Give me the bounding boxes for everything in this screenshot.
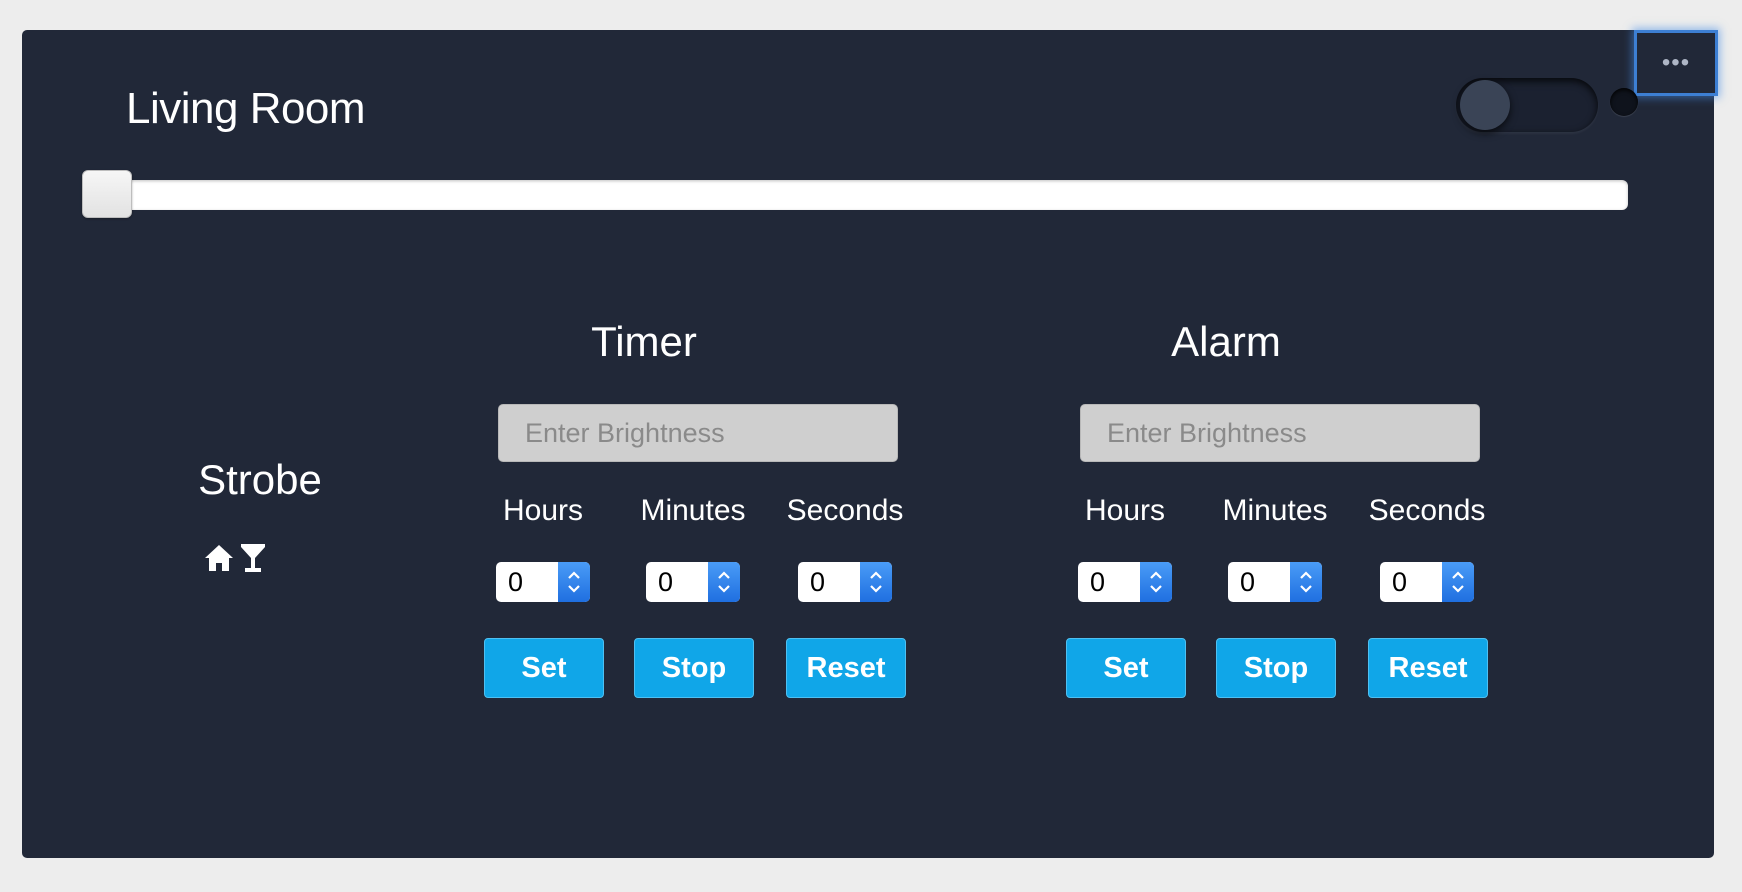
stepper-arrows-icon[interactable] bbox=[1140, 562, 1172, 602]
stepper-arrows-icon[interactable] bbox=[1290, 562, 1322, 602]
power-toggle[interactable] bbox=[1456, 78, 1598, 132]
timer-title: Timer bbox=[591, 318, 697, 365]
alarm-brightness-input[interactable] bbox=[1080, 404, 1480, 462]
timer-hours-label: Hours bbox=[502, 494, 584, 527]
timer-minutes-value[interactable]: 0 bbox=[646, 562, 708, 602]
alarm-minutes-label: Minutes bbox=[1222, 494, 1328, 527]
cocktail-icon[interactable] bbox=[238, 540, 268, 574]
timer-hours-value[interactable]: 0 bbox=[496, 562, 558, 602]
timer-brightness-input[interactable] bbox=[498, 404, 898, 462]
timer-set-button[interactable]: Set bbox=[484, 638, 604, 698]
toggle-knob[interactable] bbox=[1460, 80, 1510, 130]
stepper-arrows-icon[interactable] bbox=[860, 562, 892, 602]
timer-seconds-stepper[interactable]: 0 bbox=[798, 562, 892, 602]
alarm-set-button[interactable]: Set bbox=[1066, 638, 1186, 698]
timer-hours-stepper[interactable]: 0 bbox=[496, 562, 590, 602]
timer-minutes-stepper[interactable]: 0 bbox=[646, 562, 740, 602]
alarm-minutes-stepper[interactable]: 0 bbox=[1228, 562, 1322, 602]
timer-stop-button[interactable]: Stop bbox=[634, 638, 754, 698]
more-icon: ••• bbox=[1661, 49, 1691, 76]
alarm-minutes-value[interactable]: 0 bbox=[1228, 562, 1290, 602]
device-card: Living Room ••• Strobe Timer Hours Minut… bbox=[22, 30, 1718, 858]
alarm-hours-stepper[interactable]: 0 bbox=[1078, 562, 1172, 602]
strobe-icons bbox=[204, 540, 268, 574]
more-menu-button[interactable]: ••• bbox=[1634, 30, 1718, 96]
brightness-slider[interactable] bbox=[82, 180, 1628, 210]
alarm-seconds-value[interactable]: 0 bbox=[1380, 562, 1442, 602]
timer-reset-button[interactable]: Reset bbox=[786, 638, 906, 698]
alarm-hours-value[interactable]: 0 bbox=[1078, 562, 1140, 602]
alarm-hours-label: Hours bbox=[1084, 494, 1166, 527]
stepper-arrows-icon[interactable] bbox=[1442, 562, 1474, 602]
strobe-label: Strobe bbox=[198, 456, 322, 503]
alarm-seconds-label: Seconds bbox=[1368, 494, 1486, 527]
timer-minutes-label: Minutes bbox=[640, 494, 746, 527]
status-indicator-light bbox=[1610, 88, 1638, 116]
brightness-slider-handle[interactable] bbox=[82, 170, 132, 218]
alarm-title: Alarm bbox=[1171, 318, 1281, 365]
alarm-seconds-stepper[interactable]: 0 bbox=[1380, 562, 1474, 602]
timer-seconds-label: Seconds bbox=[786, 494, 904, 527]
alarm-stop-button[interactable]: Stop bbox=[1216, 638, 1336, 698]
home-icon[interactable] bbox=[204, 540, 234, 574]
stepper-arrows-icon[interactable] bbox=[558, 562, 590, 602]
device-title: Living Room bbox=[126, 84, 366, 133]
stepper-arrows-icon[interactable] bbox=[708, 562, 740, 602]
alarm-reset-button[interactable]: Reset bbox=[1368, 638, 1488, 698]
timer-seconds-value[interactable]: 0 bbox=[798, 562, 860, 602]
